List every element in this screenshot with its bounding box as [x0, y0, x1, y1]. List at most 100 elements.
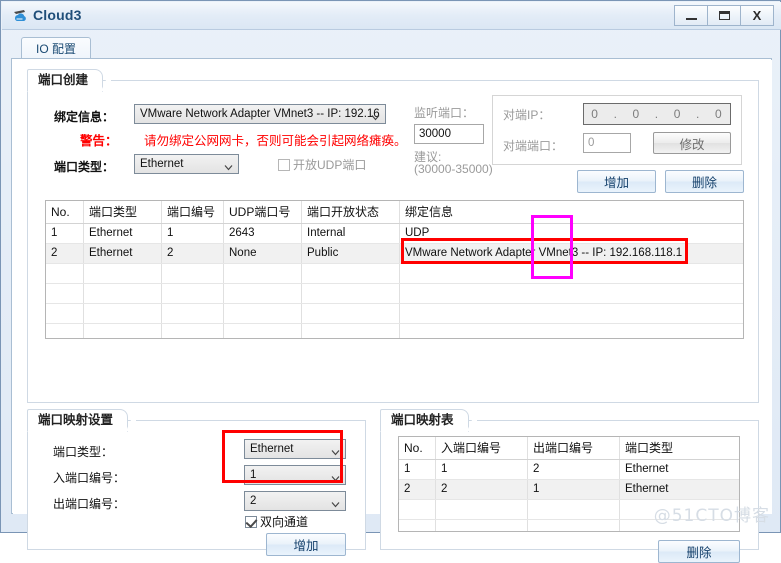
- combo-out-port-value: 2: [250, 495, 257, 507]
- cell: Internal: [302, 224, 400, 243]
- label-listen-port: 监听端口：: [414, 106, 475, 120]
- warning-label: 警告：: [80, 134, 118, 148]
- label-peer-ip: 对端IP：: [503, 108, 551, 122]
- cell: 1: [399, 460, 436, 479]
- label-peer-port: 对端端口：: [503, 139, 564, 153]
- cloud-icon: [11, 7, 29, 25]
- watermark: @51CTO博客: [653, 506, 770, 526]
- input-peer-ip[interactable]: 0. 0. 0. 0: [583, 103, 731, 125]
- label-in-port: 入端口编号：: [53, 471, 126, 485]
- column-header: 端口编号: [162, 201, 224, 223]
- checkbox-box: [278, 158, 290, 171]
- window-title: Cloud3: [33, 7, 82, 23]
- table-row-empty[interactable]: [46, 304, 743, 324]
- chevron-down-icon: [371, 110, 380, 121]
- column-header: UDP端口号: [224, 201, 302, 223]
- column-header: No.: [399, 437, 436, 459]
- checkbox-open-udp-port-label: 开放UDP端口: [293, 158, 367, 172]
- panel-peer: 对端IP： 0. 0. 0. 0 对端端口： 0 修改: [492, 95, 742, 165]
- mapping-table-header: No. 入端口编号 出端口编号 端口类型: [399, 437, 739, 460]
- chevron-down-icon: [331, 497, 340, 508]
- combo-port-type[interactable]: Ethernet: [134, 154, 239, 174]
- chevron-down-icon: [331, 445, 340, 456]
- minimize-button[interactable]: [674, 5, 708, 26]
- cell: 2: [46, 244, 84, 263]
- cell: 2643: [224, 224, 302, 243]
- cell: Ethernet: [84, 224, 162, 243]
- peer-ip-octet-3: 0: [673, 107, 682, 121]
- label-port-type: 端口类型：: [54, 160, 115, 174]
- combo-in-port-value: 1: [250, 469, 257, 481]
- chevron-down-icon: [224, 160, 233, 171]
- ip-dot: .: [696, 107, 701, 121]
- port-table[interactable]: No. 端口类型 端口编号 UDP端口号 端口开放状态 绑定信息 1 Ether…: [45, 200, 744, 339]
- combo-mapping-port-type[interactable]: Ethernet: [244, 439, 346, 459]
- cell: 1: [436, 460, 528, 479]
- combo-port-type-value: Ethernet: [140, 158, 184, 170]
- cell: VMware Network Adapter VMnet3 -- IP: 192…: [405, 247, 683, 259]
- label-bind-info: 绑定信息：: [54, 110, 115, 124]
- combo-bind-info[interactable]: VMware Network Adapter VMnet3 -- IP: 192…: [134, 104, 386, 124]
- label-suggest-range: (30000-35000): [414, 162, 493, 176]
- tab-page: 端口创建 绑定信息： VMware Network Adapter VMnet3…: [11, 58, 772, 563]
- table-row[interactable]: 2 2 1 Ethernet: [399, 480, 739, 500]
- combo-bind-info-value: VMware Network Adapter VMnet3 -- IP: 192…: [140, 108, 380, 120]
- port-table-header: No. 端口类型 端口编号 UDP端口号 端口开放状态 绑定信息: [46, 201, 743, 224]
- modify-button[interactable]: 修改: [653, 132, 731, 154]
- peer-ip-octet-1: 0: [591, 107, 599, 121]
- warning-text: 请勿绑定公网网卡，否则可能会引起网络瘫痪。: [144, 134, 407, 148]
- cell: 1: [528, 480, 620, 499]
- input-listen-port[interactable]: 30000: [414, 124, 484, 144]
- column-header: 绑定信息: [405, 205, 454, 219]
- delete-mapping-button[interactable]: 删除: [658, 540, 740, 563]
- column-header: 入端口编号: [436, 437, 528, 459]
- maximize-icon: [718, 11, 730, 20]
- combo-mapping-port-type-value: Ethernet: [250, 443, 294, 455]
- title-bar: Cloud3 X: [2, 2, 781, 30]
- application-window: Cloud3 X IO 配置 端口创建 绑定信息： VMware Network…: [0, 0, 781, 563]
- column-header: 端口开放状态: [302, 201, 400, 223]
- group-port-create: 端口创建 绑定信息： VMware Network Adapter VMnet3…: [27, 69, 759, 403]
- cell: 1: [162, 224, 224, 243]
- cell: Ethernet: [625, 483, 669, 495]
- ip-dot: .: [613, 107, 618, 121]
- table-row-empty[interactable]: [46, 324, 743, 338]
- chevron-down-icon: [331, 471, 340, 482]
- column-header: No.: [46, 201, 84, 223]
- cell: 2: [528, 460, 620, 479]
- label-out-port: 出端口编号：: [53, 497, 126, 511]
- tab-page-inner: 端口创建 绑定信息： VMware Network Adapter VMnet3…: [13, 60, 772, 563]
- cell: Ethernet: [625, 463, 669, 475]
- peer-ip-octet-4: 0: [714, 107, 723, 121]
- cell: Public: [302, 244, 400, 263]
- table-row[interactable]: 2 Ethernet 2 None Public VMware Network …: [46, 244, 743, 264]
- add-mapping-button[interactable]: 增加: [266, 533, 346, 556]
- cell: 1: [46, 224, 84, 243]
- checkbox-bidirectional-label: 双向通道: [260, 515, 309, 529]
- column-header: 出端口编号: [528, 437, 620, 459]
- label-mapping-port-type: 端口类型：: [53, 445, 114, 459]
- group-mapping-table: 端口映射表 No. 入端口编号 出端口编号 端口类型 1 1 2 Etherne…: [380, 409, 759, 563]
- add-port-button[interactable]: 增加: [577, 170, 656, 193]
- cell: 2: [436, 480, 528, 499]
- cell: Ethernet: [84, 244, 162, 263]
- checkbox-box: [245, 515, 258, 528]
- check-icon: [245, 515, 258, 528]
- table-row[interactable]: 1 1 2 Ethernet: [399, 460, 739, 480]
- maximize-button[interactable]: [707, 5, 741, 26]
- column-header: 端口类型: [625, 441, 674, 455]
- close-button[interactable]: X: [740, 5, 774, 26]
- combo-in-port[interactable]: 1: [244, 465, 346, 485]
- tab-io-config[interactable]: IO 配置: [21, 37, 92, 60]
- group-title-port-create: 端口创建: [27, 69, 112, 92]
- delete-port-button[interactable]: 删除: [665, 170, 744, 193]
- table-row-empty[interactable]: [46, 264, 743, 284]
- combo-out-port[interactable]: 2: [244, 491, 346, 511]
- table-row-empty[interactable]: [46, 284, 743, 304]
- input-peer-port[interactable]: 0: [583, 133, 631, 153]
- checkbox-bidirectional[interactable]: 双向通道: [245, 513, 308, 530]
- checkbox-open-udp-port[interactable]: 开放UDP端口: [278, 156, 366, 173]
- table-row[interactable]: 1 Ethernet 1 2643 Internal UDP: [46, 224, 743, 244]
- window-controls: X: [674, 5, 774, 26]
- peer-ip-octet-2: 0: [632, 107, 641, 121]
